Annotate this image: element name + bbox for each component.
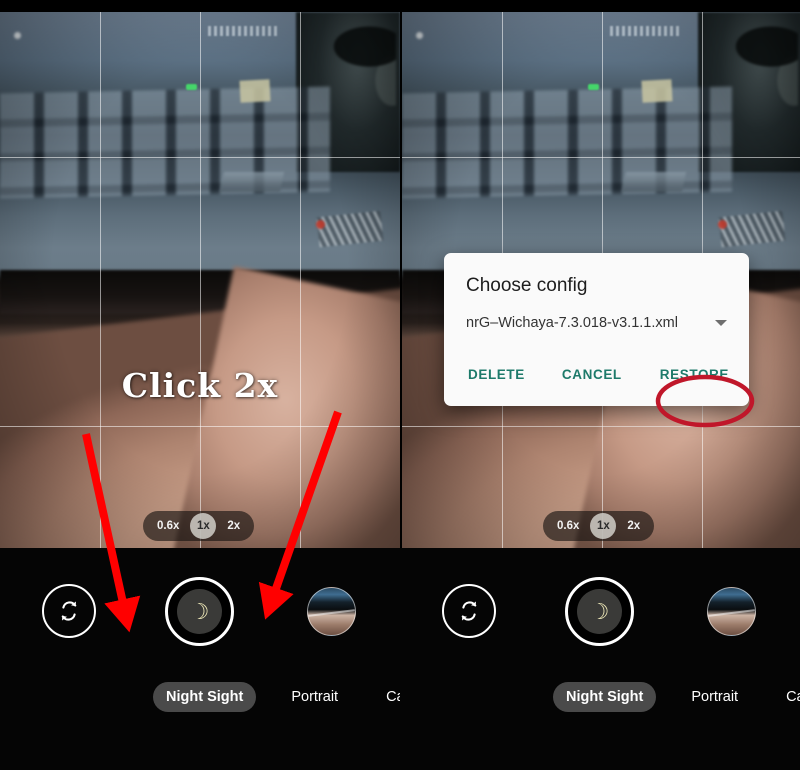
shutter-button-right[interactable]: ☽ [565, 577, 634, 646]
moon-icon: ☽ [189, 598, 210, 624]
zoom-option-0.6x-right[interactable]: 0.6x [549, 511, 587, 541]
zoom-option-2x-right[interactable]: 2x [619, 511, 648, 541]
mode-selector-left[interactable]: Night Sight Portrait Camera [0, 682, 400, 712]
grid-line-horizontal-2-right [402, 426, 800, 427]
phone-panel-left: Click 2x 0.6x 1x 2x ☽ Night Sight Portra… [0, 0, 400, 770]
delete-button[interactable]: DELETE [466, 361, 527, 388]
config-dropdown[interactable]: nrG–Wichaya-7.3.018-v3.1.1.xml [444, 315, 749, 331]
shutter-inner-circle: ☽ [177, 589, 222, 634]
mode-selector-right[interactable]: Night Sight Portrait Camera [400, 682, 800, 712]
moon-icon-right: ☽ [589, 598, 610, 624]
restore-button[interactable]: RESTORE [658, 361, 731, 388]
zoom-control-left[interactable]: 0.6x 1x 2x [143, 511, 255, 541]
mode-camera[interactable]: Camera [373, 682, 400, 712]
flip-camera-button[interactable] [42, 584, 96, 638]
grid-line-horizontal-1 [0, 157, 400, 158]
choose-config-dialog[interactable]: Choose config nrG–Wichaya-7.3.018-v3.1.1… [444, 253, 749, 406]
mode-camera-right[interactable]: Camera [773, 682, 800, 712]
camera-viewfinder-left[interactable] [0, 12, 400, 548]
chevron-down-icon [715, 320, 727, 326]
flip-camera-icon [61, 601, 77, 621]
zoom-option-0.6x[interactable]: 0.6x [149, 511, 187, 541]
screenshot-root: Click 2x 0.6x 1x 2x ☽ Night Sight Portra… [0, 0, 800, 770]
zoom-control-right[interactable]: 0.6x 1x 2x [543, 511, 655, 541]
flip-camera-icon-right [461, 601, 477, 621]
grid-line-horizontal-2 [0, 426, 400, 427]
mode-portrait[interactable]: Portrait [278, 682, 351, 712]
grid-line-vertical-3 [300, 12, 301, 548]
instruction-caption: Click 2x [121, 366, 279, 405]
gallery-thumbnail-button-right[interactable] [707, 587, 756, 636]
grid-line-horizontal-1-right [402, 157, 800, 158]
dialog-title: Choose config [466, 275, 588, 296]
zoom-option-2x[interactable]: 2x [219, 511, 248, 541]
cancel-button[interactable]: CANCEL [560, 361, 624, 388]
dialog-action-row: DELETE CANCEL RESTORE [444, 361, 749, 398]
zoom-option-1x[interactable]: 1x [190, 513, 217, 539]
shutter-inner-circle-right: ☽ [577, 589, 622, 634]
gallery-thumbnail-button[interactable] [307, 587, 356, 636]
mode-night-sight-right[interactable]: Night Sight [553, 682, 657, 712]
shutter-button[interactable]: ☽ [165, 577, 234, 646]
flip-camera-button-right[interactable] [442, 584, 496, 638]
grid-line-vertical-1 [100, 12, 101, 548]
zoom-option-1x-right[interactable]: 1x [590, 513, 617, 539]
config-dropdown-value: nrG–Wichaya-7.3.018-v3.1.1.xml [466, 315, 678, 331]
mode-portrait-right[interactable]: Portrait [678, 682, 751, 712]
mode-night-sight[interactable]: Night Sight [153, 682, 257, 712]
grid-line-vertical-2 [200, 12, 201, 548]
